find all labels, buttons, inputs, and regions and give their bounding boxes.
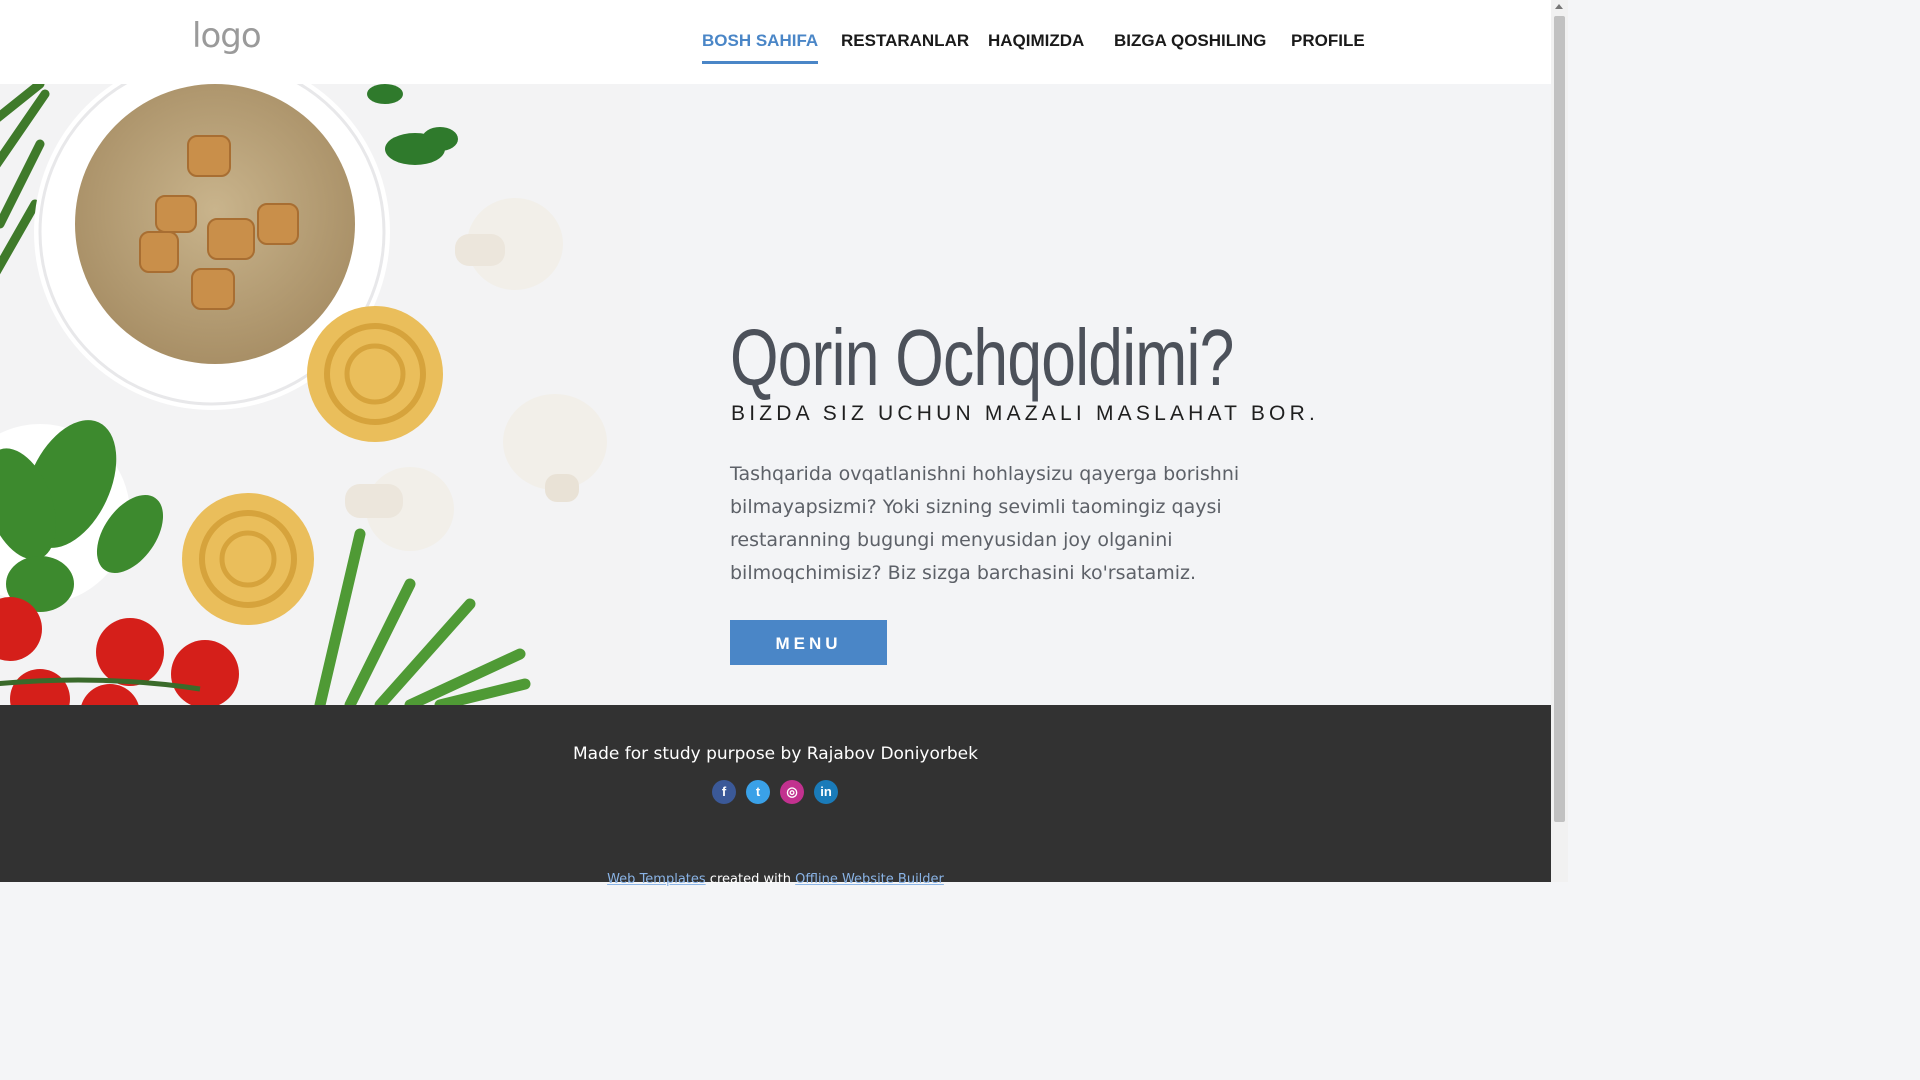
site-footer: Made for study purpose by Rajabov Doniyo… — [0, 705, 1551, 887]
twitter-icon[interactable]: t — [746, 780, 770, 804]
menu-button[interactable]: MENU — [730, 620, 887, 665]
scrollbar-thumb[interactable] — [1554, 16, 1565, 822]
nav-bosh-sahifa[interactable]: BOSH SAHIFA — [702, 28, 819, 64]
food-image — [0, 84, 640, 705]
offline-website-builder-link[interactable]: Offline Website Builder — [795, 872, 944, 887]
scroll-up-arrow-icon[interactable] — [1555, 4, 1563, 9]
footer-links-text: created with — [705, 872, 796, 887]
nav-profile[interactable]: PROFILE — [1291, 28, 1365, 61]
instagram-icon[interactable]: ◎ — [780, 780, 804, 804]
hero-section: Qorin Ochqoldimi? BIZDA SIZ UCHUN MAZALI… — [0, 84, 1551, 705]
main-nav: BOSH SAHIFA RESTARANLAR HAQIMIZDA BIZGA … — [0, 28, 1551, 68]
web-templates-link[interactable]: Web Templates — [607, 872, 706, 887]
facebook-icon[interactable]: f — [712, 780, 736, 804]
site-header: logo BOSH SAHIFA RESTARANLAR HAQIMIZDA B… — [0, 0, 1551, 84]
hero-subtitle: BIZDA SIZ UCHUN MAZALI MASLAHAT BOR. — [731, 402, 1319, 425]
footer-links: Web Templates created with Offline Websi… — [0, 872, 1551, 887]
nav-haqimizda[interactable]: HAQIMIZDA — [988, 28, 1084, 61]
nav-bizga-qoshiling[interactable]: BIZGA QOSHILING — [1114, 28, 1266, 61]
nav-restaranlar[interactable]: RESTARANLAR — [841, 28, 969, 61]
hero-title: Qorin Ochqoldimi? — [730, 313, 1234, 402]
hero-description: Tashqarida ovqatlanishni hohlaysizu qaye… — [730, 463, 1240, 584]
linkedin-icon[interactable]: in — [814, 780, 838, 804]
page-scrollbar[interactable] — [1551, 0, 1568, 882]
footer-credit: Made for study purpose by Rajabov Doniyo… — [573, 744, 978, 764]
